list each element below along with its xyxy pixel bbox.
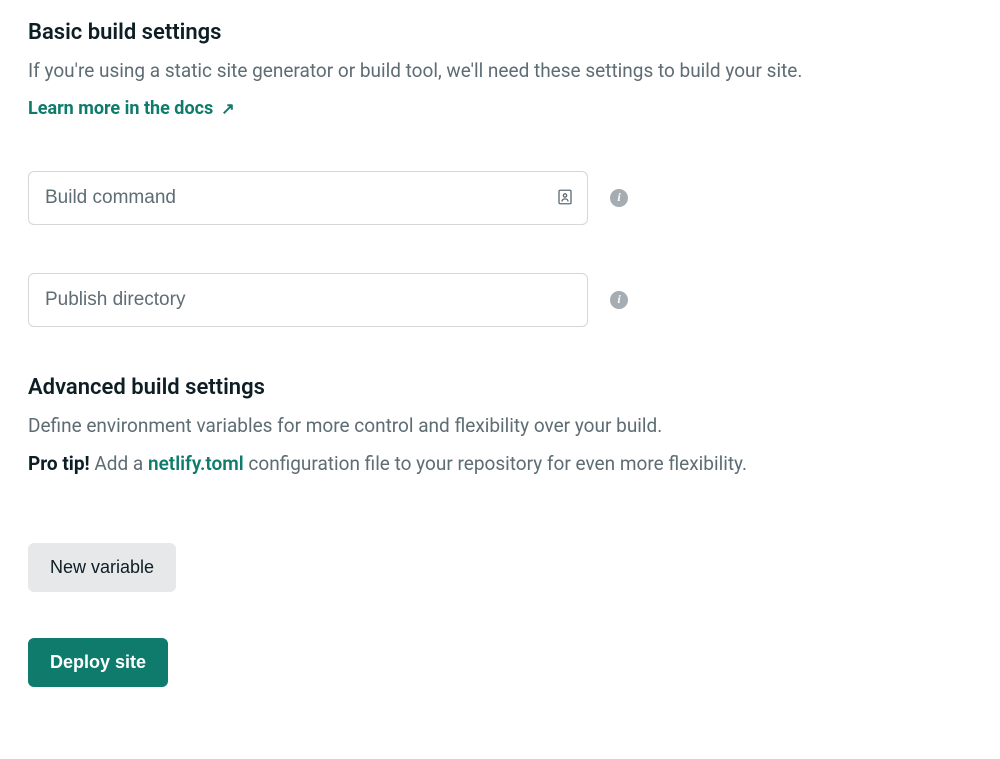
pro-tip-text: Pro tip! Add a netlify.toml configuratio… [28, 452, 972, 475]
build-command-input-wrapper [28, 171, 588, 225]
build-command-row: i [28, 171, 972, 225]
pro-tip-suffix: configuration file to your repository fo… [244, 452, 747, 475]
external-link-icon: ↗ [221, 99, 234, 118]
pro-tip-prefix: Add a [90, 452, 148, 475]
basic-settings-description: If you're using a static site generator … [28, 57, 972, 86]
new-variable-button[interactable]: New variable [28, 543, 176, 592]
advanced-settings-description: Define environment variables for more co… [28, 412, 972, 441]
info-icon[interactable]: i [610, 291, 628, 309]
info-icon[interactable]: i [610, 189, 628, 207]
basic-settings-title: Basic build settings [28, 20, 972, 45]
build-command-input[interactable] [28, 171, 588, 225]
learn-more-docs-label: Learn more in the docs [28, 98, 213, 119]
publish-directory-input[interactable] [28, 273, 588, 327]
publish-directory-row: i [28, 273, 972, 327]
pro-tip-label: Pro tip! [28, 452, 90, 475]
advanced-settings-title: Advanced build settings [28, 375, 972, 400]
learn-more-docs-link[interactable]: Learn more in the docs ↗ [28, 98, 235, 119]
deploy-site-button[interactable]: Deploy site [28, 638, 168, 687]
netlify-toml-link[interactable]: netlify.toml [148, 452, 244, 475]
publish-directory-input-wrapper [28, 273, 588, 327]
